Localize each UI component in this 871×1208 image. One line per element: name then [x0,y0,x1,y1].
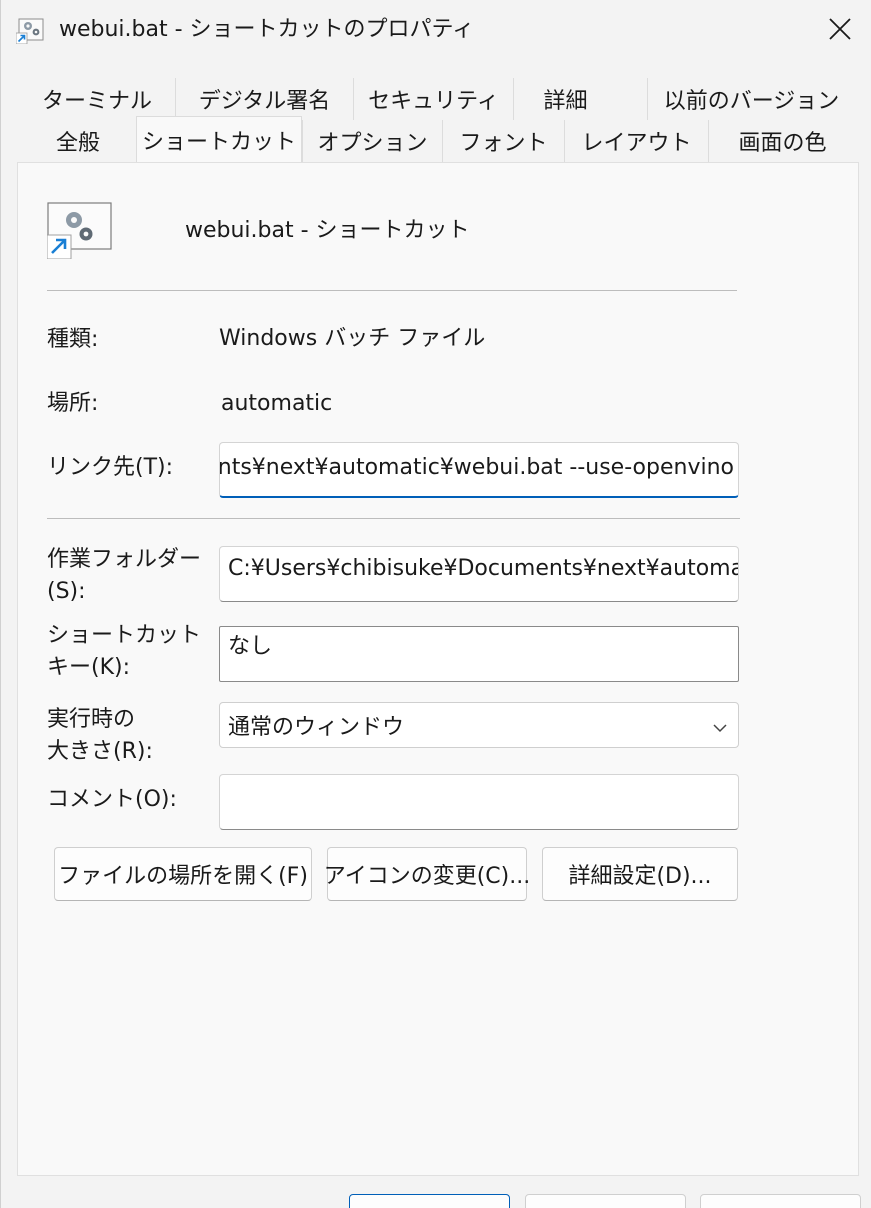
runsize-value: 通常のウィンドウ [228,715,405,740]
shortcut-name: webui.bat - ショートカット [185,218,470,243]
tab-terminal[interactable]: ターミナル [19,78,175,120]
close-button[interactable] [817,12,863,50]
tab-security[interactable]: セキュリティ [353,78,513,120]
hotkey-label-line1: ショートカット [47,623,202,648]
tab-details[interactable]: 詳細 [513,78,617,120]
advanced-button[interactable]: 詳細設定(D)... [542,847,738,901]
workdir-label-line2: (S): [47,579,86,604]
batch-file-large-icon [46,201,113,260]
hotkey-label-line2: キー(K): [47,655,131,680]
hotkey-value: なし [228,634,273,659]
tab-screen-colors[interactable]: 画面の色 [708,120,856,162]
window-title: webui.bat - ショートカットのプロパティ [59,17,475,42]
properties-window: webui.bat - ショートカットのプロパティ ターミナル デジタル署名 セ… [0,0,871,1208]
comment-input[interactable] [219,774,739,830]
tab-options[interactable]: オプション [302,120,442,162]
tab-digital-signature[interactable]: デジタル署名 [175,78,353,120]
comment-label: コメント(O): [47,787,177,812]
change-icon-button[interactable]: アイコンの変更(C)... [324,847,530,901]
cancel-button[interactable] [525,1194,686,1208]
workdir-value: C:¥Users¥chibisuke¥Documents¥next¥automa… [228,556,739,581]
target-label: リンク先(T): [47,455,174,480]
tab-general[interactable]: 全般 [19,120,137,162]
runsize-label-line2: 大きさ(R): [47,739,153,764]
target-value: ents¥next¥automatic¥webui.bat --use-open… [219,455,734,480]
runsize-select[interactable]: 通常のウィンドウ [219,702,739,748]
batch-file-icon [15,18,44,45]
separator-top [47,290,737,291]
tab-row-front: 全般 ショートカット オプション フォント レイアウト 画面の色 [1,116,871,166]
hotkey-input[interactable]: なし [219,626,739,682]
tab-layout[interactable]: レイアウト [564,120,708,162]
title-bar: webui.bat - ショートカットのプロパティ [1,0,871,62]
chevron-down-icon [712,717,728,733]
runsize-label-line1: 実行時の [47,707,136,732]
location-label: 場所: [47,391,99,416]
apply-button[interactable] [700,1194,861,1208]
separator-middle [47,518,740,519]
type-value: Windows バッチ ファイル [219,326,486,351]
location-value: automatic [221,391,333,416]
tab-shortcut[interactable]: ショートカット [136,116,302,162]
ok-button[interactable] [349,1194,510,1208]
workdir-input[interactable]: C:¥Users¥chibisuke¥Documents¥next¥automa… [219,546,739,602]
close-icon [829,18,851,44]
target-input[interactable]: ents¥next¥automatic¥webui.bat --use-open… [219,442,739,498]
tab-row-back: ターミナル デジタル署名 セキュリティ 詳細 以前のバージョン [1,78,871,120]
tab-font[interactable]: フォント [442,120,564,162]
workdir-label-line1: 作業フォルダー [47,547,202,572]
type-label: 種類: [47,327,99,352]
tab-previous-versions[interactable]: 以前のバージョン [647,78,855,120]
open-file-location-button[interactable]: ファイルの場所を開く(F) [54,847,312,901]
